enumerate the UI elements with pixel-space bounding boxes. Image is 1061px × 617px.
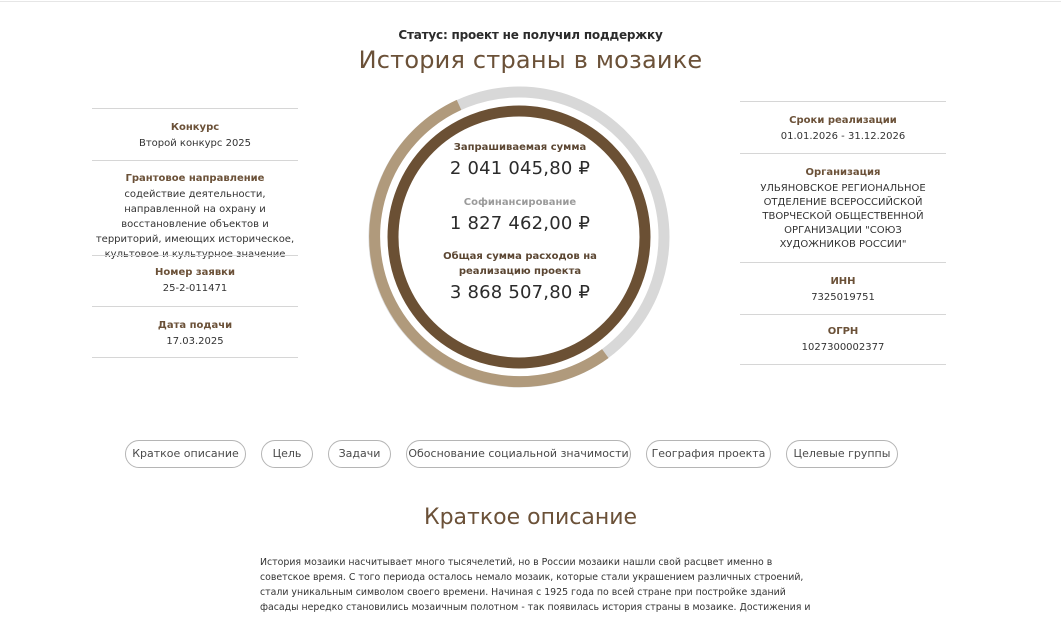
top-divider <box>0 1 1061 2</box>
info-value: 7325019751 <box>811 292 875 303</box>
info-label: Номер заявки <box>155 267 235 278</box>
info-organization: Организация УЛЬЯНОВСКОЕ РЕГИОНАЛЬНОЕ ОТД… <box>740 153 946 262</box>
tab-target-groups[interactable]: Целевые группы <box>786 440 898 468</box>
info-ogrn: ОГРН 1027300002377 <box>740 314 946 365</box>
info-label: Грантовое направление <box>125 173 265 184</box>
tab-social-significance[interactable]: Обоснование социальной значимости <box>406 440 631 468</box>
info-value: Второй конкурс 2025 <box>138 138 252 149</box>
description-text: История мозаики насчитывает много тысяче… <box>260 555 811 615</box>
info-contest: Конкурс Второй конкурс 2025 <box>92 108 298 159</box>
info-label: Сроки реализации <box>789 115 897 126</box>
description-line: стали уникальным символом своего времени… <box>260 587 786 598</box>
cofinancing-value: 1 827 462,00 ₽ <box>449 213 591 234</box>
info-grant-direction: Грантовое направление содействие деятель… <box>92 160 298 260</box>
requested-amount-value: 2 041 045,80 ₽ <box>449 158 591 179</box>
info-application-number: Номер заявки 25-2-011471 <box>92 255 298 306</box>
info-value: 17.03.2025 <box>166 336 224 347</box>
info-value: 25-2-011471 <box>162 283 228 294</box>
total-expenses-label: Общая сумма расходов на реализацию проек… <box>443 251 597 277</box>
info-label: Организация <box>805 167 881 178</box>
cofinancing-label: Софинансирование <box>463 197 577 208</box>
info-implementation-period: Сроки реализации 01.01.2026 - 31.12.2026 <box>740 101 946 153</box>
info-label: ОГРН <box>827 326 859 337</box>
total-expenses-value: 3 868 507,80 ₽ <box>449 282 591 303</box>
info-value: 01.01.2026 - 31.12.2026 <box>780 131 906 142</box>
tab-goal[interactable]: Цель <box>261 440 313 468</box>
info-value: содействие деятельности, направленной на… <box>95 189 295 260</box>
info-value: УЛЬЯНОВСКОЕ РЕГИОНАЛЬНОЕ ОТДЕЛЕНИЕ ВСЕРО… <box>760 183 926 250</box>
description-line: фасады нередко становились мозаичным пол… <box>260 602 811 613</box>
tab-tasks[interactable]: Задачи <box>328 440 391 468</box>
info-inn: ИНН 7325019751 <box>740 262 946 314</box>
info-label: ИНН <box>830 276 856 287</box>
tab-project-geography[interactable]: География проекта <box>646 440 771 468</box>
info-label: Конкурс <box>170 122 220 133</box>
section-title: Краткое описание <box>423 505 638 530</box>
tab-short-description[interactable]: Краткое описание <box>125 440 246 468</box>
ring-center-amounts: Запрашиваемая сумма 2 041 045,80 ₽ Софин… <box>420 140 620 305</box>
description-line: советское время. С того периода осталось… <box>260 572 804 583</box>
project-status: Статус: проект не получил поддержку <box>398 28 663 42</box>
requested-amount-label: Запрашиваемая сумма <box>453 142 587 153</box>
description-line: История мозаики насчитывает много тысяче… <box>260 557 773 568</box>
info-value: 1027300002377 <box>801 342 885 353</box>
info-submission-date: Дата подачи 17.03.2025 <box>92 306 298 358</box>
page-title: История страны в мозаике <box>358 46 703 74</box>
info-label: Дата подачи <box>157 320 233 331</box>
